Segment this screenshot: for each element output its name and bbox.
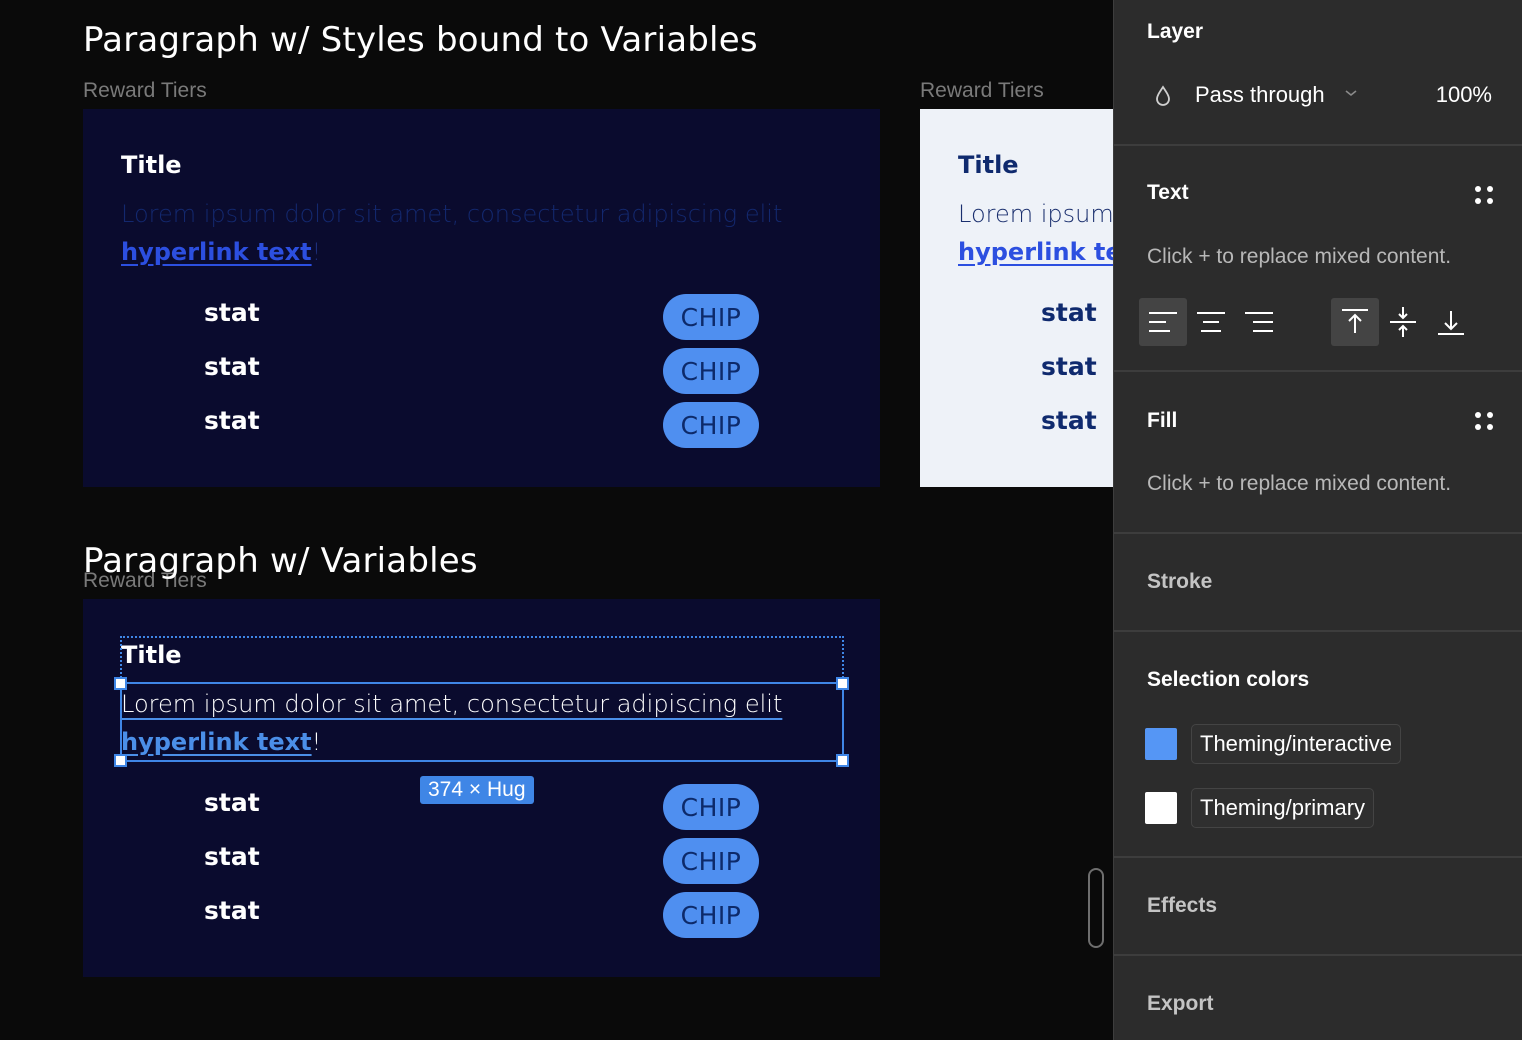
effects-section-title[interactable]: Effects (1147, 894, 1217, 918)
export-section[interactable]: Export (1114, 956, 1522, 1040)
stat-label: stat (204, 788, 260, 817)
stroke-section[interactable]: Stroke (1114, 534, 1522, 632)
resize-handle-top-left[interactable] (114, 677, 127, 690)
paragraph[interactable]: Lorem ipsum dolor sit amet, consectetur … (121, 195, 782, 271)
frame-label[interactable]: Reward Tiers (920, 79, 1044, 103)
paragraph-body: Lorem ipsum dolor sit amet, consectetur … (121, 200, 783, 228)
align-bottom-icon (1438, 311, 1464, 335)
stat-label: stat (204, 896, 260, 925)
blend-mode-drop-icon (1156, 85, 1170, 106)
stat-label: stat (1041, 406, 1097, 435)
fill-section: Fill Click + to replace mixed content. (1114, 372, 1522, 534)
resize-handle-bottom-left[interactable] (114, 754, 127, 767)
text-mixed-hint: Click + to replace mixed content. (1147, 245, 1452, 268)
frame-label[interactable]: Reward Tiers (83, 79, 207, 103)
card-title: Title (958, 151, 1019, 179)
stat-label: stat (204, 406, 260, 435)
text-styles-grid-icon[interactable] (1475, 186, 1493, 204)
layer-section-title: Layer (1147, 20, 1204, 43)
fill-styles-grid-icon[interactable] (1475, 412, 1493, 430)
properties-panel: Layer Pass through 100% Text Click + to … (1113, 0, 1522, 1040)
layer-section: Layer Pass through 100% (1114, 0, 1522, 146)
chip[interactable]: CHIP (663, 784, 759, 830)
effects-section[interactable]: Effects (1114, 858, 1522, 956)
align-bottom-button[interactable] (1427, 298, 1475, 346)
stat-label: stat (1041, 352, 1097, 381)
selection-size-badge: 374 × Hug (420, 776, 534, 804)
selection-colors-title: Selection colors (1147, 668, 1310, 691)
fill-section-title: Fill (1147, 409, 1178, 432)
paragraph-body: Lorem ipsum dolor sit amet, consectetur … (121, 690, 783, 718)
align-left-icon (1149, 312, 1177, 332)
chip[interactable]: CHIP (663, 892, 759, 938)
align-center-button[interactable] (1187, 298, 1235, 346)
canvas[interactable]: Paragraph w/ Styles bound to Variables R… (0, 0, 1113, 1040)
section-title-variables: Paragraph w/ Variables (83, 541, 478, 581)
stroke-section-title[interactable]: Stroke (1147, 570, 1212, 594)
align-middle-icon (1390, 307, 1416, 337)
section-title-styles-bound: Paragraph w/ Styles bound to Variables (83, 20, 758, 60)
layer-opacity-input[interactable]: 100% (1436, 82, 1492, 108)
export-section-title[interactable]: Export (1147, 992, 1214, 1016)
reward-tiers-frame-light[interactable]: Title Lorem ipsum dolor sit amet, consec… (920, 109, 1113, 487)
reward-tiers-frame-dark[interactable]: Title Lorem ipsum dolor sit amet, consec… (83, 109, 880, 487)
text-section-title: Text (1147, 181, 1189, 204)
align-right-icon (1245, 312, 1273, 332)
hyperlink[interactable]: hyperlink text (121, 728, 312, 756)
card-title: Title (121, 151, 182, 179)
chevron-down-icon[interactable] (1344, 88, 1358, 98)
chip[interactable]: CHIP (663, 348, 759, 394)
canvas-scrollbar[interactable] (1088, 868, 1104, 948)
hyperlink[interactable]: hyperlink text (958, 238, 1113, 266)
fill-mixed-hint: Click + to replace mixed content. (1147, 472, 1452, 495)
paragraph-selected[interactable]: Lorem ipsum dolor sit amet, consectetur … (121, 685, 782, 761)
chip[interactable]: CHIP (663, 294, 759, 340)
color-variable-token[interactable]: Theming/primary (1191, 788, 1375, 828)
align-left-button[interactable] (1139, 298, 1187, 346)
color-swatch-interactive[interactable] (1145, 728, 1177, 760)
text-section: Text Click + to replace mixed content. (1114, 146, 1522, 372)
paragraph-body: Lorem ipsum dolor sit amet, consectetur … (958, 200, 1113, 228)
stat-label: stat (204, 298, 260, 327)
stat-label: stat (1041, 298, 1097, 327)
link-suffix: ! (311, 728, 322, 756)
chip[interactable]: CHIP (663, 402, 759, 448)
blend-mode-select[interactable]: Pass through (1195, 82, 1325, 108)
stat-label: stat (204, 352, 260, 381)
paragraph[interactable]: Lorem ipsum dolor sit amet, consectetur … (958, 195, 1113, 271)
align-top-button[interactable] (1331, 298, 1379, 346)
card-title: Title (121, 641, 182, 669)
resize-handle-top-right[interactable] (836, 677, 849, 690)
resize-handle-bottom-right[interactable] (836, 754, 849, 767)
hyperlink[interactable]: hyperlink text (121, 238, 312, 266)
selection-colors-section: Selection colors Theming/interactive The… (1114, 632, 1522, 858)
chip[interactable]: CHIP (663, 838, 759, 884)
link-suffix: ! (311, 238, 322, 266)
color-swatch-primary[interactable] (1145, 792, 1177, 824)
align-right-button[interactable] (1235, 298, 1283, 346)
color-variable-token[interactable]: Theming/interactive (1191, 724, 1401, 764)
align-top-icon (1342, 309, 1368, 333)
align-middle-button[interactable] (1379, 298, 1427, 346)
stat-label: stat (204, 842, 260, 871)
align-center-icon (1197, 312, 1225, 332)
